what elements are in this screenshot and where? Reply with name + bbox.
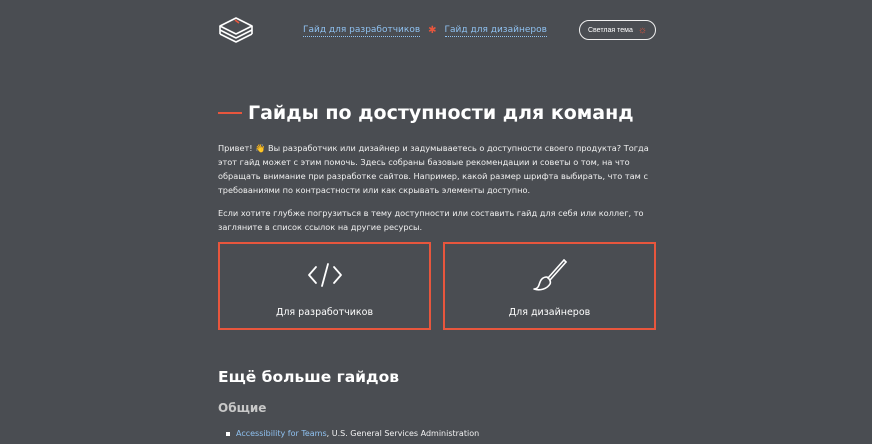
accessibility-for-teams-link[interactable]: Accessibility for Teams (236, 429, 327, 438)
book-stack-logo-icon (219, 17, 253, 43)
title-accent-dash (218, 112, 242, 114)
more-guides-heading: Ещё больше гайдов (218, 368, 400, 386)
card-designers-label: Для дизайнеров (508, 307, 591, 318)
resources-paragraph: Если хотите глубже погрузиться в тему до… (218, 208, 644, 232)
page-title: Гайды по доступности для команд (218, 102, 634, 124)
general-links-list: Accessibility for Teams , U.S. General S… (226, 429, 479, 438)
code-icon (307, 259, 343, 291)
card-designers[interactable]: Для дизайнеров (443, 242, 656, 330)
theme-toggle-label: Светлая тема (587, 26, 633, 34)
page-title-text: Гайды по доступности для команд (248, 102, 634, 124)
nav-separator-icon: ✱ (428, 25, 437, 37)
general-heading: Общие (218, 401, 267, 415)
site-logo[interactable] (218, 12, 254, 48)
intro-paragraph: Привет! 👋 Вы разработчик или дизайнер и … (218, 143, 649, 195)
main-nav: Гайд для разработчиков ✱ Гайд для дизайн… (303, 25, 547, 37)
sun-icon: ☼ (637, 24, 648, 36)
bullet-icon (226, 431, 230, 436)
card-developers-label: Для разработчиков (275, 307, 374, 318)
link-source: , U.S. General Services Administration (326, 429, 480, 438)
brush-icon (532, 259, 568, 291)
list-item: Accessibility for Teams , U.S. General S… (226, 429, 479, 438)
theme-toggle-button[interactable]: Светлая тема ☼ (579, 20, 656, 40)
nav-link-designers[interactable]: Гайд для дизайнеров (444, 25, 547, 37)
nav-link-developers[interactable]: Гайд для разработчиков (303, 25, 421, 37)
card-developers[interactable]: Для разработчиков (218, 242, 431, 330)
